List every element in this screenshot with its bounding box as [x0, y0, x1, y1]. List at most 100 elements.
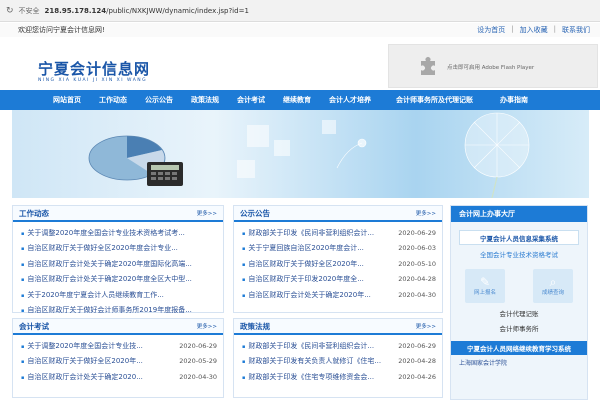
service-icons: ✎ 网上报名 ⌕ 成绩查询: [451, 269, 587, 303]
item-title[interactable]: 关于调整2020年度全国会计专业技术资格考试考...: [21, 228, 185, 238]
online-register-button[interactable]: ✎ 网上报名: [465, 269, 505, 303]
list-item[interactable]: 自治区财政厅会计处关于确定2020年... 2020-04-30: [242, 287, 436, 303]
exam-panel: 会计考试 更多>> 关于调整2020年度全国会计专业技... 2020-06-29…: [12, 318, 224, 398]
list-item[interactable]: 关于调整2020年度全国会计专业技术资格考试考...: [21, 225, 217, 241]
calculator-graphic: [147, 162, 183, 186]
more-link[interactable]: 更多>>: [197, 209, 217, 217]
list-item[interactable]: 自治区财政厅会计处关于确定2020年度全区大中型...: [21, 272, 217, 288]
accounting-firm-link[interactable]: 会计师事务所: [451, 323, 587, 333]
item-title[interactable]: 自治区财政厅关于做好会计师事务所2019年度报备...: [21, 305, 192, 315]
item-title[interactable]: 财政部关于印发《住宅专项维修资金会...: [242, 372, 374, 382]
list-item[interactable]: 自治区财政厅关于做好会计师事务所2019年度报备...: [21, 303, 217, 319]
item-date: 2020-05-10: [398, 259, 436, 268]
policy-panel: 政策法规 更多>> 财政部关于印发《民间非营利组织会计... 2020-06-29…: [233, 318, 443, 398]
set-homepage-link[interactable]: 设为首页: [477, 25, 505, 35]
item-date: 2020-04-28: [398, 357, 436, 366]
main-nav: 网站首页 工作动态 公示公告 政策法规 会计考试 继续教育 会计人才培养 会计师…: [0, 90, 600, 110]
top-links: 设为首页 | 加入收藏 | 联系我们: [477, 25, 590, 35]
list-item[interactable]: 关于调整2020年度全国会计专业技... 2020-06-29: [21, 338, 217, 354]
item-date: 2020-06-29: [179, 341, 217, 350]
nav-item-work[interactable]: 工作动态: [90, 95, 136, 105]
nav-item-home[interactable]: 网站首页: [44, 95, 90, 105]
list-item[interactable]: 关于2020年度宁夏会计人员继续教育工作...: [21, 287, 217, 303]
item-title[interactable]: 财政部关于印发有关负责人就修订《住宅...: [242, 356, 381, 366]
url-text[interactable]: 218.95.178.124/public/NXKJWW/dynamic/ind…: [45, 7, 249, 15]
work-news-panel: 工作动态 更多>> 关于调整2020年度全国会计专业技术资格考试考... 自治区…: [12, 205, 224, 314]
item-title[interactable]: 自治区财政厅关于做好全区2020年...: [242, 259, 364, 269]
item-title[interactable]: 自治区财政厅关于做好全区2020年...: [21, 356, 143, 366]
list-item[interactable]: 财政部关于印发《民间非营利组织会计... 2020-06-29: [242, 225, 436, 241]
browser-url-bar[interactable]: ↻ 不安全 218.95.178.124/public/NXKJWW/dynam…: [0, 0, 600, 22]
add-favorite-link[interactable]: 加入收藏: [520, 25, 548, 35]
nav-item-policy[interactable]: 政策法规: [182, 95, 228, 105]
list-item[interactable]: 自治区财政厅关于印发2020年度全... 2020-04-28: [242, 272, 436, 288]
list-item[interactable]: 财政部关于印发《民间非营利组织会计... 2020-06-29: [242, 338, 436, 354]
notice-panel: 公示公告 更多>> 财政部关于印发《民间非营利组织会计... 2020-06-29…: [233, 205, 443, 313]
list-item[interactable]: 关于宁夏回族自治区2020年度会计... 2020-06-03: [242, 241, 436, 257]
item-title[interactable]: 关于宁夏回族自治区2020年度会计...: [242, 243, 364, 253]
pencil-icon: ✎: [479, 275, 491, 289]
item-title[interactable]: 自治区财政厅会计处关于确定2020...: [21, 372, 143, 382]
more-link[interactable]: 更多>>: [416, 322, 436, 330]
more-link[interactable]: 更多>>: [416, 209, 436, 217]
edu-provider-item[interactable]: 上海国家会计学院: [459, 359, 579, 368]
panel-header: 政策法规 更多>>: [234, 319, 442, 335]
panel-header: 会计考试 更多>>: [13, 319, 223, 335]
contact-us-link[interactable]: 联系我们: [562, 25, 590, 35]
welcome-text: 欢迎您访问宁夏会计信息网!: [18, 26, 105, 34]
item-title[interactable]: 关于调整2020年度全国会计专业技...: [21, 341, 143, 351]
sidebar-title: 会计网上办事大厅: [451, 206, 587, 222]
item-title[interactable]: 自治区财政厅关于印发2020年度全...: [242, 274, 364, 284]
panel-title: 公示公告: [240, 208, 270, 218]
dandelion-graphic: [336, 112, 530, 198]
item-date: 2020-04-30: [179, 372, 217, 381]
news-list: 关于调整2020年度全国会计专业技术资格考试考... 自治区财政厅关于做好全区2…: [13, 222, 223, 318]
list-item[interactable]: 自治区财政厅关于做好全区2020年度会计专业...: [21, 241, 217, 257]
item-title[interactable]: 自治区财政厅关于做好全区2020年度会计专业...: [21, 243, 178, 253]
site-logo-pinyin: NING XIA KUAI JI XIN XI WANG: [38, 78, 148, 83]
item-title[interactable]: 自治区财政厅会计处关于确定2020年度国际化高端...: [21, 259, 192, 269]
list-item[interactable]: 自治区财政厅关于做好全区2020年... 2020-05-10: [242, 256, 436, 272]
agency-bookkeeping-link[interactable]: 会计代理记账: [451, 308, 587, 318]
list-item[interactable]: 财政部关于印发有关负责人就修订《住宅... 2020-04-28: [242, 354, 436, 370]
top-strip: 欢迎您访问宁夏会计信息网! 设为首页 | 加入收藏 | 联系我们: [0, 23, 600, 37]
nav-item-exam[interactable]: 会计考试: [228, 95, 274, 105]
panel-header: 工作动态 更多>>: [13, 206, 223, 222]
item-date: 2020-06-03: [398, 244, 436, 253]
insecure-badge: 不安全: [18, 6, 40, 15]
nav-item-notice[interactable]: 公示公告: [136, 95, 182, 105]
score-query-label: 成绩查询: [541, 290, 564, 296]
item-date: 2020-06-29: [398, 341, 436, 350]
item-title[interactable]: 财政部关于印发《民间非营利组织会计...: [242, 228, 374, 238]
item-title[interactable]: 自治区财政厅会计处关于确定2020年...: [242, 290, 371, 300]
list-item[interactable]: 自治区财政厅关于做好全区2020年... 2020-05-29: [21, 354, 217, 370]
nav-item-firms[interactable]: 会计师事务所及代理记账: [380, 95, 491, 105]
site-logo-title[interactable]: 宁夏会计信息网: [38, 58, 150, 79]
puzzle-plugin-icon: [421, 57, 435, 75]
info-collection-button[interactable]: 宁夏会计人员信息采集系统: [459, 230, 579, 245]
list-item[interactable]: 自治区财政厅会计处关于确定2020... 2020-04-30: [21, 369, 217, 385]
score-query-button[interactable]: ⌕ 成绩查询: [533, 269, 573, 303]
item-date: 2020-05-29: [179, 357, 217, 366]
edu-provider-list: 上海国家会计学院: [451, 355, 587, 372]
item-title[interactable]: 财政部关于印发《民间非营利组织会计...: [242, 341, 374, 351]
panel-header: 公示公告 更多>>: [234, 206, 442, 222]
separator: |: [511, 25, 514, 33]
nav-item-guide[interactable]: 办事指南: [491, 95, 537, 105]
flash-enable-text: 点击即可启用 Adobe Flash Player: [447, 65, 535, 71]
nav-item-talent[interactable]: 会计人才培养: [320, 95, 380, 105]
nav-item-education[interactable]: 继续教育: [274, 95, 320, 105]
item-date: 2020-04-30: [398, 290, 436, 299]
reload-icon[interactable]: ↻: [6, 6, 14, 16]
item-title[interactable]: 关于2020年度宁夏会计人员继续教育工作...: [21, 290, 164, 300]
list-item[interactable]: 财政部关于印发《住宅专项维修资金会... 2020-04-26: [242, 369, 436, 385]
exam-subtitle[interactable]: 全国会计专业技术资格考试: [451, 249, 587, 259]
list-item[interactable]: 自治区财政厅会计处关于确定2020年度国际化高端...: [21, 256, 217, 272]
edu-system-title[interactable]: 宁夏会计人员网络继续教育学习系统: [451, 341, 587, 355]
item-title[interactable]: 自治区财政厅会计处关于确定2020年度全区大中型...: [21, 274, 192, 284]
news-list: 财政部关于印发《民间非营利组织会计... 2020-06-29 财政部关于印发有关…: [234, 335, 442, 385]
more-link[interactable]: 更多>>: [197, 322, 217, 330]
flash-placeholder[interactable]: 点击即可启用 Adobe Flash Player: [388, 44, 598, 88]
news-list: 关于调整2020年度全国会计专业技... 2020-06-29 自治区财政厅关于做…: [13, 335, 223, 385]
hero-banner: [12, 110, 589, 198]
